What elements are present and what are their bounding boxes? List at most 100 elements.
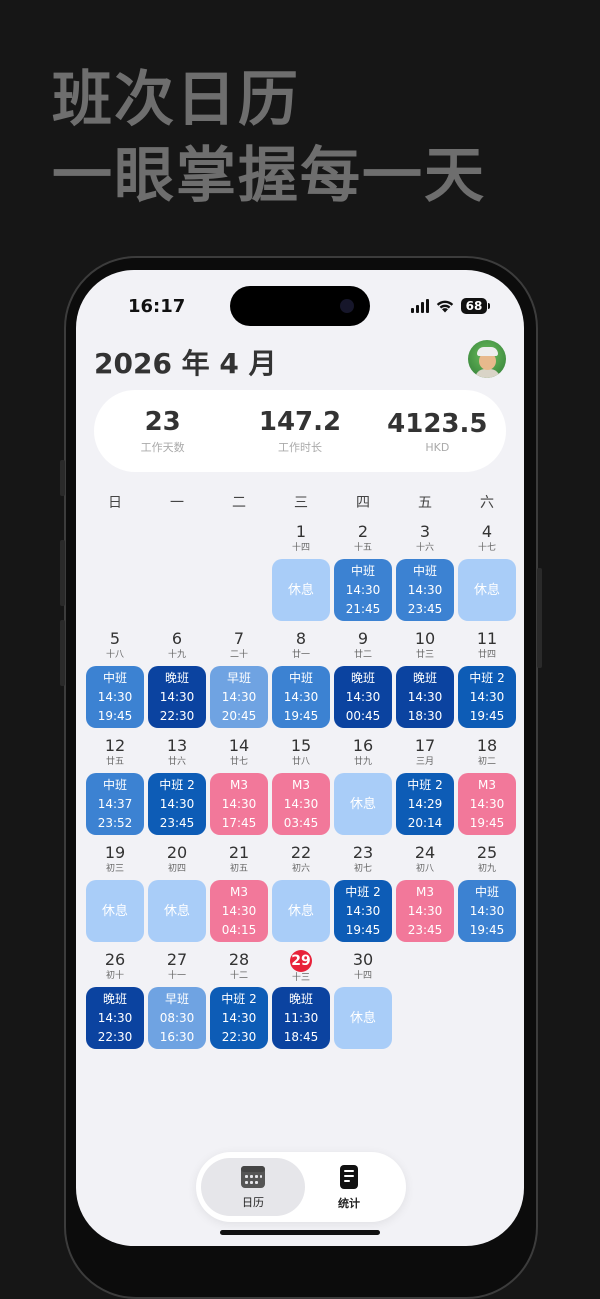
date-number: 27 xyxy=(166,950,188,969)
calendar-day[interactable]: 1 十四 休息 xyxy=(270,522,332,629)
stat-work-days: 23 工作天数 xyxy=(103,407,223,455)
shift-start-time: 14:30 xyxy=(221,903,257,918)
shift-card[interactable]: 中班 14:30 21:45 xyxy=(334,559,392,621)
shift-name: 早班 xyxy=(226,670,251,685)
calendar-day[interactable]: 19 初三 休息 xyxy=(84,843,146,950)
shift-card[interactable]: 晚班 14:30 22:30 xyxy=(148,666,206,728)
calendar-day[interactable]: 3 十六 中班 14:30 23:45 xyxy=(394,522,456,629)
shift-start-time: 14:30 xyxy=(345,689,381,704)
calendar-day[interactable]: 22 初六 休息 xyxy=(270,843,332,950)
date-number: 26 xyxy=(104,950,126,969)
calendar-day[interactable]: 2 十五 中班 14:30 21:45 xyxy=(332,522,394,629)
shift-start-time: 14:30 xyxy=(221,796,257,811)
shift-card[interactable]: 中班 14:37 23:52 xyxy=(86,773,144,835)
calendar-day[interactable]: 25 初九 中班 14:30 19:45 xyxy=(456,843,518,950)
calendar-day[interactable]: 12 廿五 中班 14:37 23:52 xyxy=(84,736,146,843)
date-number: 11 xyxy=(476,629,498,648)
calendar-day[interactable]: 26 初十 晚班 14:30 22:30 xyxy=(84,950,146,1057)
shift-name: M3 xyxy=(292,777,310,792)
lunar-date: 廿九 xyxy=(353,757,372,767)
rest-day-card[interactable]: 休息 xyxy=(272,880,330,942)
calendar-day[interactable]: 13 廿六 中班 2 14:30 23:45 xyxy=(146,736,208,843)
tab-stats[interactable]: 统计 xyxy=(297,1158,401,1216)
calendar-day[interactable]: 5 十八 中班 14:30 19:45 xyxy=(84,629,146,736)
shift-card[interactable]: M3 14:30 17:45 xyxy=(210,773,268,835)
lunar-date: 初七 xyxy=(353,864,372,874)
shift-start-time: 14:30 xyxy=(159,689,195,704)
shift-end-time: 19:45 xyxy=(283,708,319,723)
shift-card[interactable]: 早班 14:30 20:45 xyxy=(210,666,268,728)
calendar-day[interactable]: 18 初二 M3 14:30 19:45 xyxy=(456,736,518,843)
lunar-date: 十四 xyxy=(353,971,372,981)
calendar-day[interactable]: 16 廿九 休息 xyxy=(332,736,394,843)
shift-card[interactable]: 早班 08:30 16:30 xyxy=(148,987,206,1049)
calendar-day[interactable]: 28 十二 中班 2 14:30 22:30 xyxy=(208,950,270,1057)
tab-calendar[interactable]: 日历 xyxy=(201,1158,305,1216)
shift-card[interactable]: M3 14:30 19:45 xyxy=(458,773,516,835)
shift-end-time: 22:30 xyxy=(159,708,195,723)
shift-name: 中班 xyxy=(102,777,127,792)
shift-end-time: 00:45 xyxy=(345,708,381,723)
calendar-day[interactable]: 10 廿三 晚班 14:30 18:30 xyxy=(394,629,456,736)
rest-day-card[interactable]: 休息 xyxy=(334,773,392,835)
shift-card[interactable]: 中班 2 14:30 19:45 xyxy=(334,880,392,942)
shift-card[interactable]: 中班 14:30 19:45 xyxy=(458,880,516,942)
lunar-date: 二十 xyxy=(229,650,248,660)
lunar-date: 廿八 xyxy=(291,757,310,767)
shift-name: 休息 xyxy=(287,903,314,919)
shift-card[interactable]: M3 14:30 04:15 xyxy=(210,880,268,942)
rest-day-card[interactable]: 休息 xyxy=(148,880,206,942)
shift-start-time: 14:30 xyxy=(469,796,505,811)
calendar-day[interactable]: 30 十四 休息 xyxy=(332,950,394,1057)
shift-card[interactable]: M3 14:30 03:45 xyxy=(272,773,330,835)
status-icons: 68 xyxy=(411,298,490,314)
calendar-day[interactable]: 21 初五 M3 14:30 04:15 xyxy=(208,843,270,950)
shift-start-time: 14:29 xyxy=(407,796,443,811)
shift-card[interactable]: 中班 2 14:30 22:30 xyxy=(210,987,268,1049)
shift-name: 晚班 xyxy=(288,991,313,1006)
shift-card[interactable]: 晚班 11:30 18:45 xyxy=(272,987,330,1049)
calendar-day[interactable]: 6 十九 晚班 14:30 22:30 xyxy=(146,629,208,736)
avatar[interactable] xyxy=(468,340,506,378)
tab-bar: 日历 统计 xyxy=(196,1152,406,1222)
lunar-date: 十九 xyxy=(167,650,186,660)
shift-card[interactable]: 中班 2 14:29 20:14 xyxy=(396,773,454,835)
shift-card[interactable]: 晚班 14:30 18:30 xyxy=(396,666,454,728)
rest-day-card[interactable]: 休息 xyxy=(86,880,144,942)
weekday-label: 四 xyxy=(356,495,370,511)
calendar-day[interactable]: 14 廿七 M3 14:30 17:45 xyxy=(208,736,270,843)
calendar-empty-cell xyxy=(146,522,208,629)
calendar-day[interactable]: 9 廿二 晚班 14:30 00:45 xyxy=(332,629,394,736)
calendar-day[interactable]: 23 初七 中班 2 14:30 19:45 xyxy=(332,843,394,950)
calendar-day[interactable]: 4 十七 休息 xyxy=(456,522,518,629)
rest-day-card[interactable]: 休息 xyxy=(272,559,330,621)
calendar-day[interactable]: 20 初四 休息 xyxy=(146,843,208,950)
shift-card[interactable]: 晚班 14:30 22:30 xyxy=(86,987,144,1049)
date-number: 10 xyxy=(414,629,436,648)
shift-card[interactable]: 中班 2 14:30 23:45 xyxy=(148,773,206,835)
calendar-day[interactable]: 15 廿八 M3 14:30 03:45 xyxy=(270,736,332,843)
date-number: 13 xyxy=(166,736,188,755)
shift-card[interactable]: M3 14:30 23:45 xyxy=(396,880,454,942)
calendar-day[interactable]: 7 二十 早班 14:30 20:45 xyxy=(208,629,270,736)
stat-label: 工作时长 xyxy=(277,441,322,454)
shift-end-time: 23:52 xyxy=(97,815,133,830)
calendar-icon xyxy=(241,1165,265,1188)
shift-card[interactable]: 中班 14:30 19:45 xyxy=(272,666,330,728)
shift-card[interactable]: 中班 2 14:30 19:45 xyxy=(458,666,516,728)
shift-end-time: 19:45 xyxy=(469,922,505,937)
shift-card[interactable]: 晚班 14:30 00:45 xyxy=(334,666,392,728)
calendar-day[interactable]: 24 初八 M3 14:30 23:45 xyxy=(394,843,456,950)
rest-day-card[interactable]: 休息 xyxy=(458,559,516,621)
calendar-day[interactable]: 29 十三 晚班 11:30 18:45 xyxy=(270,950,332,1057)
shift-card[interactable]: 中班 14:30 19:45 xyxy=(86,666,144,728)
shift-card[interactable]: 中班 14:30 23:45 xyxy=(396,559,454,621)
calendar-day[interactable]: 27 十一 早班 08:30 16:30 xyxy=(146,950,208,1057)
stat-earnings: 4123.5 HKD xyxy=(377,409,497,454)
rest-day-card[interactable]: 休息 xyxy=(334,987,392,1049)
shift-name: 晚班 xyxy=(164,670,189,685)
calendar-day[interactable]: 8 廿一 中班 14:30 19:45 xyxy=(270,629,332,736)
calendar-day[interactable]: 11 廿四 中班 2 14:30 19:45 xyxy=(456,629,518,736)
shift-name: 中班 xyxy=(350,563,375,578)
calendar-day[interactable]: 17 三月 中班 2 14:29 20:14 xyxy=(394,736,456,843)
